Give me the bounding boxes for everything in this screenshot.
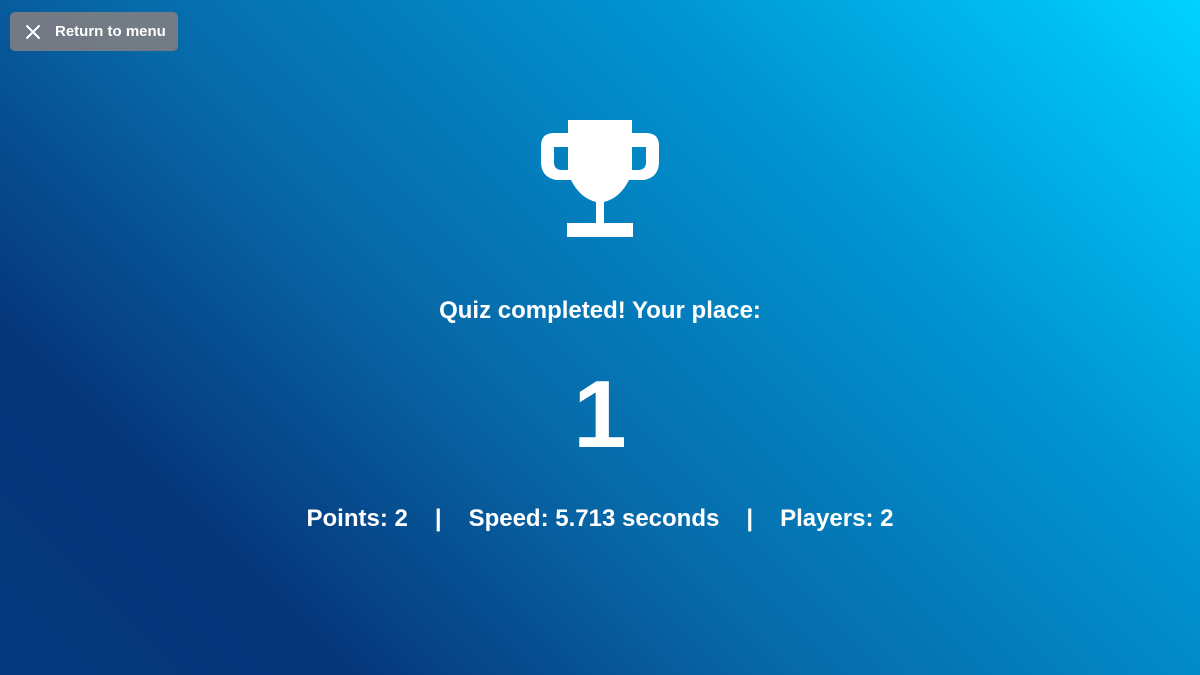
speed-stat: Speed: 5.713 seconds — [468, 505, 720, 532]
stats-bar: Points: 2 | Speed: 5.713 seconds | Playe… — [0, 503, 1200, 535]
return-to-menu-label: Return to menu — [55, 23, 166, 40]
points-stat: Points: 2 — [306, 505, 408, 532]
close-icon — [24, 23, 42, 41]
stats-separator: | — [434, 505, 442, 532]
stats-separator: | — [746, 505, 754, 532]
return-to-menu-button[interactable]: Return to menu — [10, 12, 178, 51]
trophy-icon — [540, 119, 660, 239]
players-stat: Players: 2 — [780, 505, 894, 532]
place-number: 1 — [573, 361, 627, 468]
completion-headline: Quiz completed! Your place: — [439, 297, 761, 324]
